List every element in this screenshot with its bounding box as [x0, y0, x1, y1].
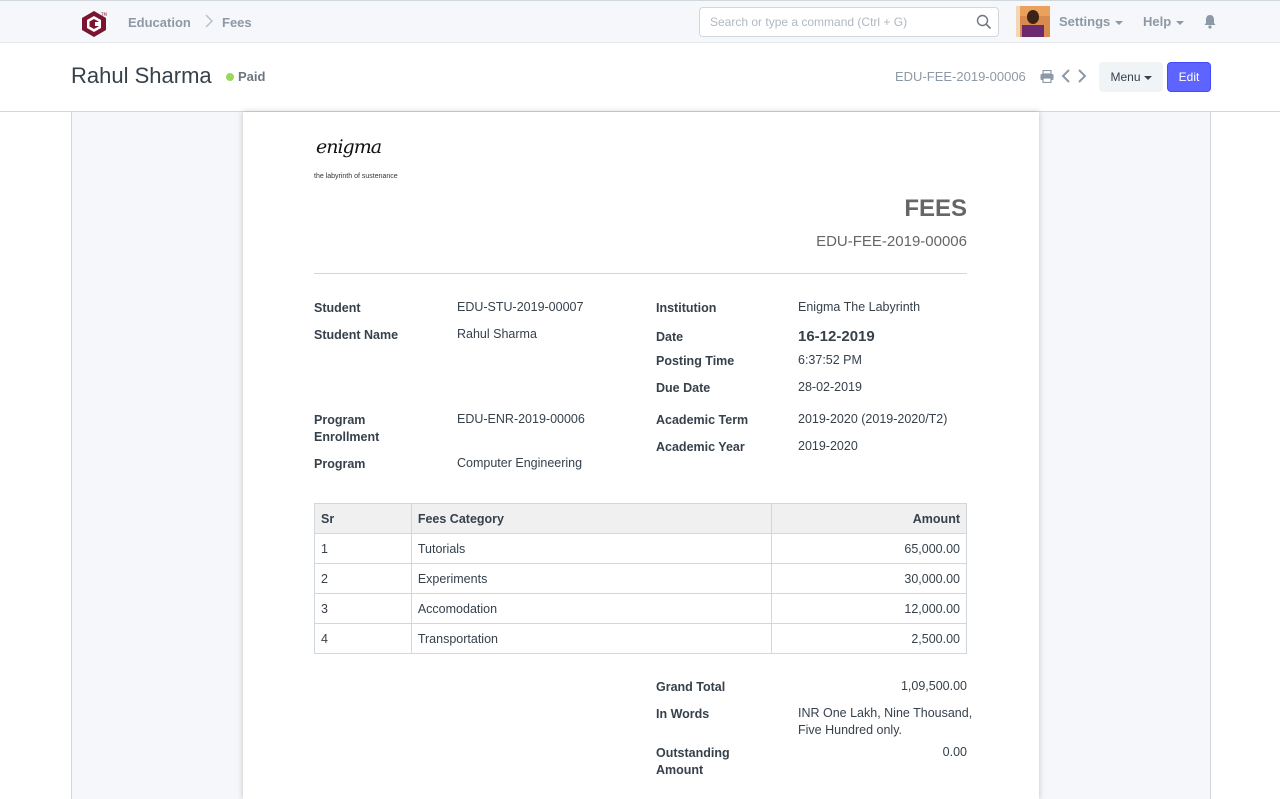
- in-words-value-line2: Five Hundred only.: [798, 723, 902, 737]
- outstanding-amount-value: 0.00: [942, 745, 967, 759]
- cell-category: Accomodation: [410, 593, 773, 624]
- table-row: 3 Accomodation 12,000.00: [314, 593, 967, 624]
- search-icon[interactable]: [976, 14, 992, 30]
- help-dropdown[interactable]: Help: [1143, 14, 1185, 29]
- chevron-right-icon: [205, 14, 214, 28]
- status-badge: Paid: [238, 69, 266, 84]
- outstanding-amount-label-line2: Amount: [656, 763, 704, 777]
- column-header-fees-category: Fees Category: [410, 503, 773, 534]
- user-avatar[interactable]: [1016, 6, 1050, 37]
- notification-bell-icon[interactable]: [1203, 14, 1217, 29]
- table-row: 4 Transportation 2,500.00: [314, 623, 967, 654]
- edit-button[interactable]: Edit: [1167, 62, 1211, 92]
- breadcrumb-education[interactable]: Education: [128, 15, 191, 30]
- grand-total-value: 1,09,500.00: [900, 679, 967, 693]
- cell-category: Tutorials: [410, 533, 773, 564]
- academic-term-value: 2019-2020 (2019-2020/T2): [798, 412, 948, 426]
- caret-down-icon: [1143, 75, 1152, 80]
- student-name-label: Student Name: [314, 328, 399, 342]
- settings-dropdown[interactable]: Settings: [1059, 14, 1124, 29]
- academic-year-value: 2019-2020: [798, 439, 858, 453]
- navbar: TM Education Fees Settings Help: [0, 0, 1280, 43]
- caret-down-icon: [1176, 20, 1185, 25]
- cell-sr: 4: [314, 623, 412, 654]
- company-logo: enigma: [316, 136, 382, 158]
- in-words-label: In Words: [656, 707, 710, 721]
- menu-button[interactable]: Menu: [1099, 62, 1163, 92]
- posting-time-value: 6:37:52 PM: [798, 353, 862, 367]
- grand-total-label: Grand Total: [656, 680, 726, 694]
- table-row: 2 Experiments 30,000.00: [314, 563, 967, 594]
- status-indicator: [226, 73, 234, 81]
- svg-text:TM: TM: [100, 12, 107, 17]
- posting-time-label: Posting Time: [656, 354, 735, 368]
- table-row: 1 Tutorials 65,000.00: [314, 533, 967, 564]
- app-logo-icon[interactable]: TM: [80, 10, 108, 38]
- column-header-sr: Sr: [314, 503, 412, 534]
- institution-label: Institution: [656, 301, 717, 315]
- search-input[interactable]: [700, 8, 970, 36]
- academic-year-label: Academic Year: [656, 440, 745, 454]
- previous-record-icon[interactable]: [1061, 69, 1071, 83]
- cell-sr: 1: [314, 533, 412, 564]
- program-enrollment-label: Program: [314, 413, 366, 427]
- student-name-value: Rahul Sharma: [457, 327, 537, 341]
- divider: [314, 273, 967, 274]
- caret-down-icon: [1115, 20, 1124, 25]
- in-words-value: INR One Lakh, Nine Thousand,: [798, 706, 973, 720]
- next-record-icon[interactable]: [1077, 69, 1087, 83]
- print-document-id: EDU-FEE-2019-00006: [816, 233, 967, 250]
- student-value: EDU-STU-2019-00007: [457, 300, 584, 314]
- print-icon[interactable]: [1040, 70, 1054, 83]
- breadcrumb-fees[interactable]: Fees: [222, 15, 252, 30]
- settings-label: Settings: [1059, 14, 1111, 29]
- program-enrollment-label-line2: Enrollment: [314, 430, 380, 444]
- page-head: Rahul Sharma Paid EDU-FEE-2019-00006 Men…: [0, 44, 1280, 112]
- due-date-label: Due Date: [656, 381, 711, 395]
- outstanding-amount-label: Outstanding: [656, 746, 730, 760]
- program-label: Program: [314, 457, 366, 471]
- fees-table: Sr Fees Category Amount 1 Tutorials 65,0…: [314, 503, 967, 654]
- academic-term-label: Academic Term: [656, 413, 749, 427]
- cell-amount: 65,000.00: [771, 533, 967, 564]
- due-date-value: 28-02-2019: [798, 380, 862, 394]
- cell-amount: 12,000.00: [771, 593, 967, 624]
- search-box[interactable]: [699, 7, 999, 37]
- cell-amount: 2,500.00: [771, 623, 967, 654]
- date-value: 16-12-2019: [798, 328, 875, 345]
- program-value: Computer Engineering: [457, 456, 583, 470]
- help-label: Help: [1143, 14, 1172, 29]
- date-label: Date: [656, 330, 684, 344]
- cell-category: Experiments: [410, 563, 773, 594]
- program-enrollment-value: EDU-ENR-2019-00006: [457, 412, 585, 426]
- institution-value: Enigma The Labyrinth: [798, 300, 921, 314]
- document-id: EDU-FEE-2019-00006: [895, 69, 1026, 84]
- student-label: Student: [314, 301, 361, 315]
- cell-category: Transportation: [410, 623, 773, 654]
- page-title: Rahul Sharma: [71, 63, 212, 88]
- company-tagline: the labyrinth of sustenance: [314, 173, 398, 180]
- print-heading: FEES: [904, 195, 967, 222]
- cell-sr: 2: [314, 563, 412, 594]
- column-header-amount: Amount: [771, 503, 967, 534]
- table-header-row: Sr Fees Category Amount: [314, 503, 967, 534]
- cell-sr: 3: [314, 593, 412, 624]
- menu-label: Menu: [1110, 70, 1141, 84]
- cell-amount: 30,000.00: [771, 563, 967, 594]
